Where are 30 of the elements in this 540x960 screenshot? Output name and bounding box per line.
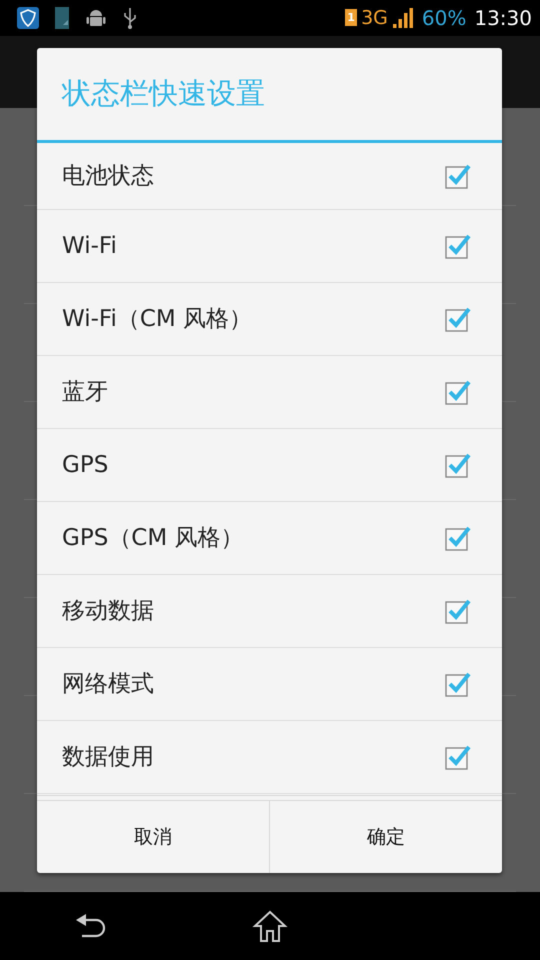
home-icon[interactable] (252, 908, 288, 943)
item-label: 电池状态 (62, 162, 154, 192)
sim-card-icon (54, 6, 70, 30)
item-label: Wi-Fi (62, 232, 117, 259)
list-item[interactable]: Wi-Fi (37, 210, 502, 283)
shield-icon (16, 6, 40, 30)
item-label: 网络模式 (62, 670, 154, 700)
item-label: 移动数据 (62, 597, 154, 626)
network-type: 3G (361, 6, 388, 29)
list-item[interactable]: GPS（CM 风格） (37, 502, 502, 575)
dialog-button[interactable]: 取消 (37, 800, 269, 873)
list-item[interactable]: 电池状态 (37, 142, 502, 210)
list-item[interactable]: Wi-Fi（CM 风格） (37, 282, 502, 356)
item-label: GPS（CM 风格） (62, 524, 244, 554)
item-label: Wi-Fi（CM 风格） (62, 305, 252, 334)
sim-indicator: 1 (345, 9, 358, 26)
dialog-button[interactable]: 确定 (269, 800, 502, 873)
item-label: 蓝牙 (62, 378, 108, 408)
battery-level: 60% (422, 6, 466, 30)
item-label: GPS (62, 452, 108, 478)
list-item[interactable]: 蓝牙 (37, 356, 502, 429)
list-item[interactable]: GPS (37, 428, 502, 502)
dialog-title: 状态栏快速设置 (37, 48, 502, 143)
usb-icon (122, 6, 138, 30)
signal-icon (392, 6, 414, 29)
list-item[interactable]: 数据使用 (37, 720, 502, 794)
list-item[interactable]: 网络模式 (37, 648, 502, 721)
clock: 13:30 (474, 6, 532, 30)
list-item[interactable]: 移动数据 (37, 574, 502, 648)
item-label: 数据使用 (62, 743, 154, 772)
